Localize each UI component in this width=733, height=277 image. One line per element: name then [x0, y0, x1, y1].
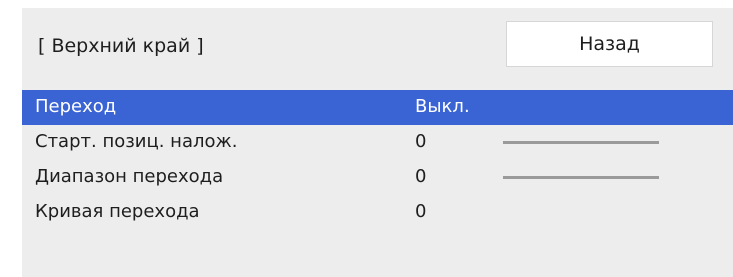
menu-row-overlap-start-position[interactable]: Старт. позиц. налож. 0	[22, 125, 733, 160]
menu-row-value: 0	[415, 166, 427, 187]
value-slider[interactable]	[503, 141, 659, 144]
menu-row-label: Диапазон перехода	[35, 166, 224, 187]
menu-row-transition[interactable]: Переход Выкл.	[22, 90, 733, 125]
menu-list: Переход Выкл. Старт. позиц. налож. 0 Диа…	[22, 90, 733, 230]
menu-row-transition-curve[interactable]: Кривая перехода 0	[22, 195, 733, 230]
menu-row-label: Кривая перехода	[35, 201, 200, 222]
page-title: [ Верхний край ]	[38, 35, 204, 57]
menu-row-label: Старт. позиц. налож.	[35, 131, 238, 152]
menu-row-transition-range[interactable]: Диапазон перехода 0	[22, 160, 733, 195]
settings-panel: [ Верхний край ] Назад Переход Выкл. Ста…	[22, 8, 733, 277]
back-button[interactable]: Назад	[506, 21, 713, 67]
menu-row-value: 0	[415, 131, 427, 152]
menu-row-label: Переход	[35, 96, 117, 117]
value-slider[interactable]	[503, 176, 659, 179]
menu-row-value: 0	[415, 201, 427, 222]
menu-row-value: Выкл.	[415, 96, 470, 117]
